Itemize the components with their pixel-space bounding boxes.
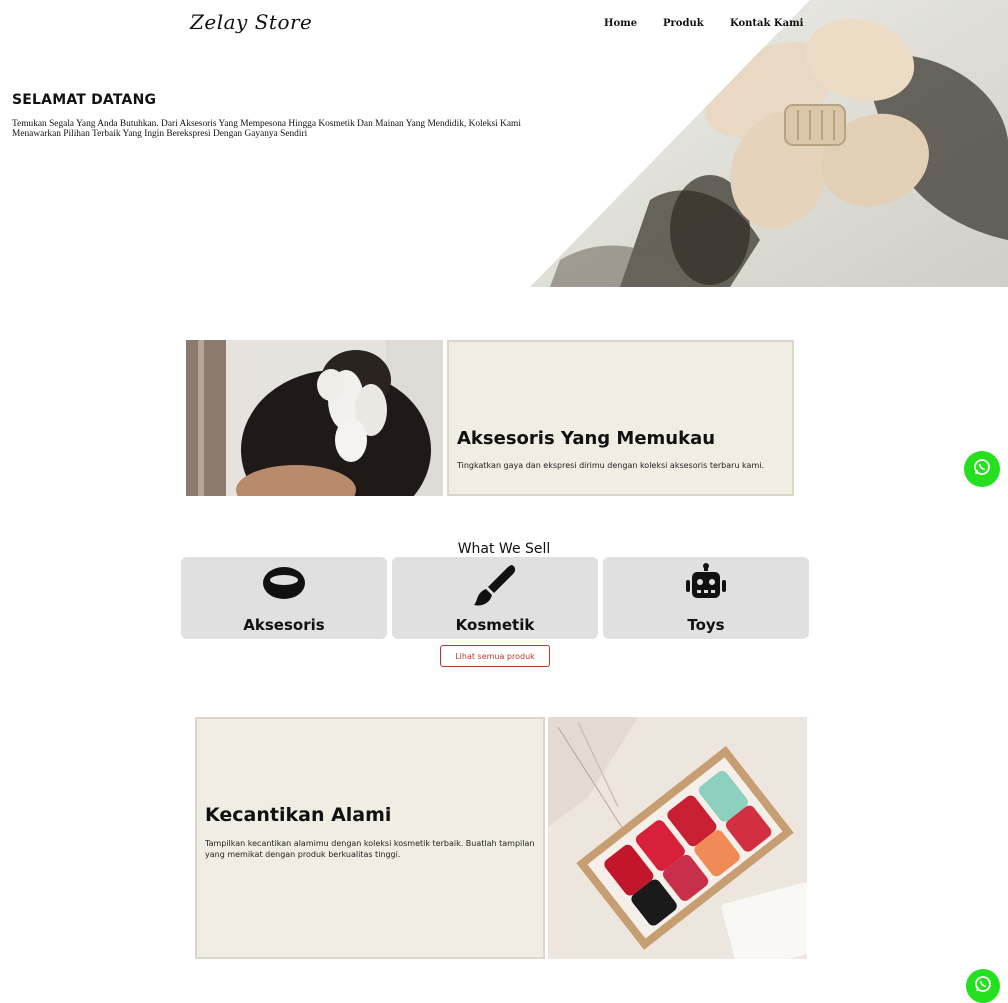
whatsapp-button-bottom[interactable] [966, 969, 1000, 1003]
hero-title: SELAMAT DATANG [12, 92, 157, 108]
accessories-card: Aksesoris Yang Memukau Tingkatkan gaya d… [447, 340, 794, 496]
beauty-description: Tampilkan kecantikan alamimu dengan kole… [205, 839, 535, 859]
store-logo[interactable]: Zelay Store [190, 10, 312, 34]
category-label: Toys [687, 616, 725, 634]
robot-icon [603, 563, 809, 603]
whatsapp-icon [973, 974, 993, 999]
what-we-sell-title: What We Sell [457, 541, 551, 557]
nav-kontak-kami[interactable]: Kontak Kami [730, 18, 803, 29]
category-aksesoris[interactable]: Aksesoris [181, 557, 387, 639]
nav-home[interactable]: Home [604, 18, 637, 29]
beauty-image [548, 717, 825, 972]
hero-description: Temukan Segala Yang Anda Butuhkan. Dari … [12, 119, 521, 139]
beauty-card: Kecantikan Alami Tampilkan kecantikan al… [195, 717, 545, 959]
category-kosmetik[interactable]: Kosmetik [392, 557, 598, 639]
beauty-title: Kecantikan Alami [205, 804, 392, 826]
brush-icon [392, 563, 598, 609]
whatsapp-button[interactable] [964, 451, 1000, 487]
ring-icon [181, 563, 387, 603]
category-toys[interactable]: Toys [603, 557, 809, 639]
nav-produk[interactable]: Produk [663, 18, 704, 29]
whatsapp-icon [972, 457, 992, 482]
accessories-title: Aksesoris Yang Memukau [457, 428, 716, 449]
category-label: Kosmetik [455, 616, 535, 634]
accessories-image [186, 340, 443, 530]
view-all-products-button[interactable]: Lihat semua produk [440, 645, 550, 667]
category-label: Aksesoris [243, 616, 325, 634]
accessories-description: Tingkatkan gaya dan ekspresi dirimu deng… [457, 461, 765, 470]
hero-image [530, 0, 1008, 287]
